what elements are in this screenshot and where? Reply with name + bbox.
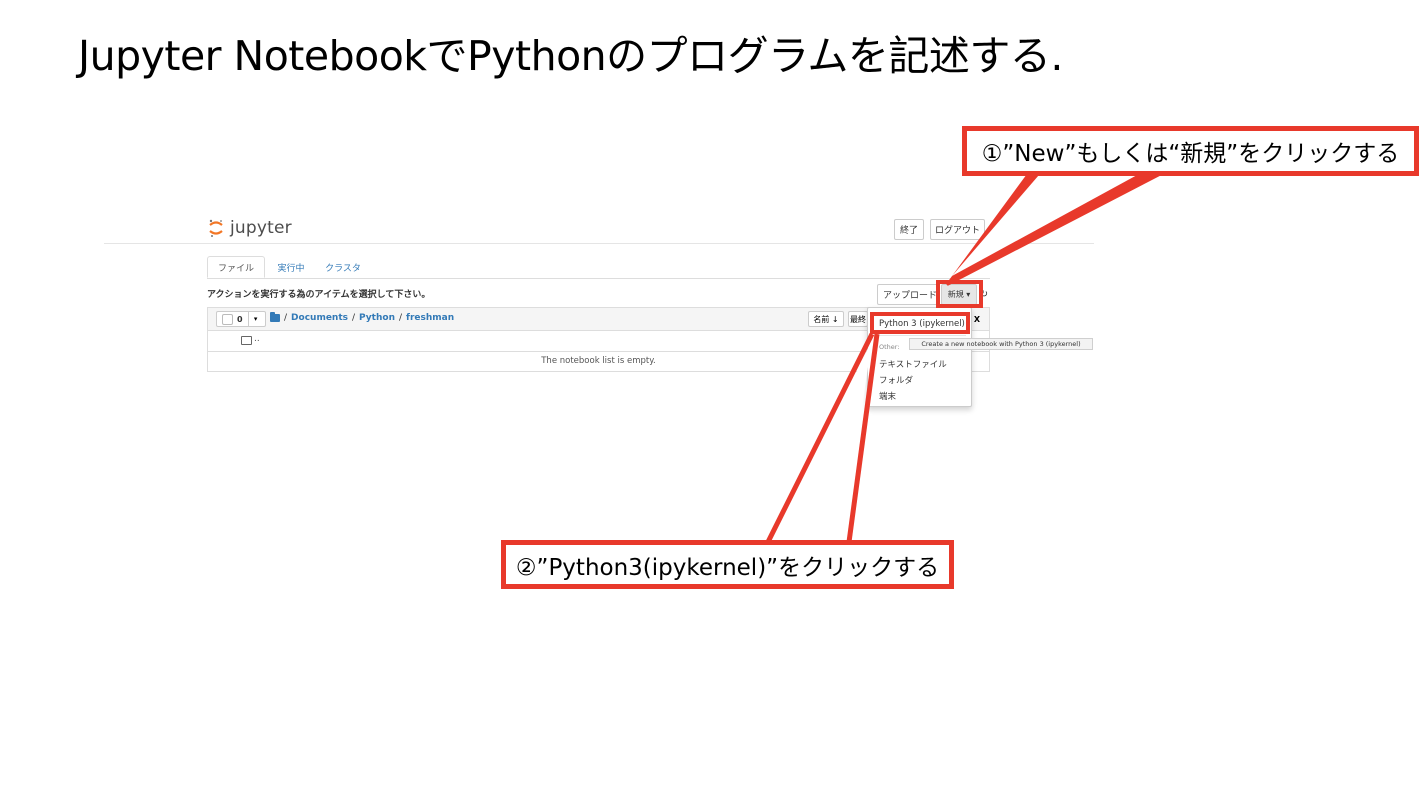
callout2-pointer-fill: [776, 340, 872, 542]
callout-step2: ②”Python3(ipykernel)”をクリックする: [501, 540, 954, 589]
callout-step1: ①”New”もしくは“新規”をクリックする: [962, 126, 1419, 176]
highlight-python3-item: [870, 312, 970, 334]
highlight-new-button: [936, 280, 983, 308]
annotation-connectors: [765, 168, 1168, 544]
